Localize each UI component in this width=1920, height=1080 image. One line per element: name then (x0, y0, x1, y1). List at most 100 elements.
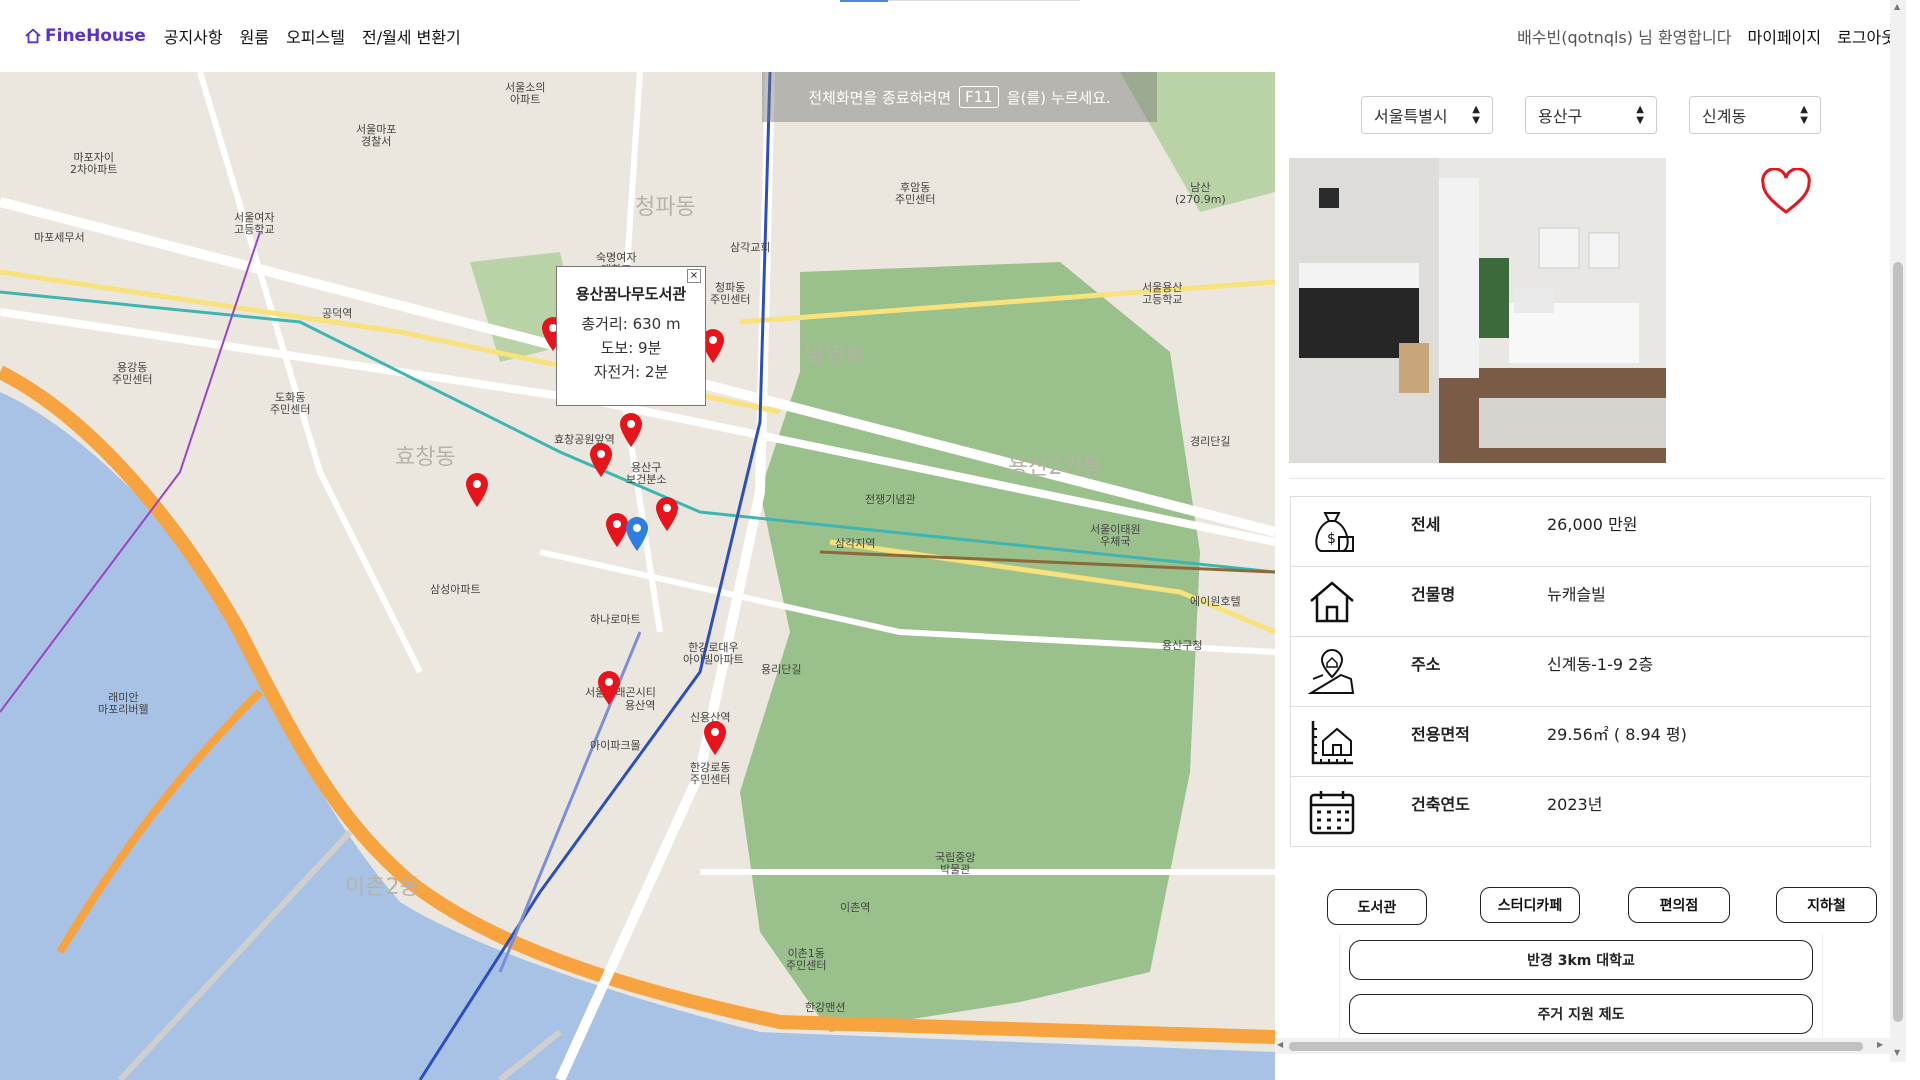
info-value: 29.56㎡ ( 8.94 평) (1547, 725, 1687, 744)
map-label: 에이원호텔 (1190, 595, 1241, 608)
vertical-scrollbar[interactable]: ▲ ▼ (1890, 0, 1906, 1062)
info-row-building-name: 건물명 뉴캐슬빌 (1291, 567, 1870, 637)
map-label: 아이파크몰 (590, 739, 641, 752)
scroll-down-arrow-icon[interactable]: ▼ (1894, 1048, 1900, 1057)
nav-links: 공지사항 원룸 오피스텔 전/월세 변환기 (164, 24, 461, 48)
mypage-link[interactable]: 마이페이지 (1748, 24, 1822, 48)
brand-name: FineHouse (45, 26, 146, 46)
svg-text:$: $ (1327, 531, 1336, 547)
map-label: 삼각지역 (835, 537, 876, 550)
map-label: 래미안 마포리버웰 (98, 691, 149, 716)
tab-indicator (840, 0, 888, 2)
info-row-address: 주소 신계동-1-9 2층 (1291, 637, 1870, 707)
nav-oneroom[interactable]: 원룸 (240, 24, 269, 48)
map-label: 도화동 주민센터 (270, 391, 311, 416)
map-label: 용강동 주민센터 (112, 361, 153, 386)
subway-filter-button[interactable]: 지하철 (1776, 887, 1877, 923)
university-3km-button[interactable]: 반경 3km 대학교 (1349, 940, 1813, 980)
house-info-table: $ 전세 26,000 만원 건물명 뉴캐슬빌 주소 신계동-1-9 2층 전용… (1290, 496, 1871, 847)
map-view[interactable]: 전체화면을 종료하려면 F11 을(를) 누르세요. 서울소의 아파트 서울마포 경… (0, 72, 1275, 1080)
library-filter-button[interactable]: 도서관 (1327, 889, 1427, 925)
selected-house-marker[interactable] (624, 516, 650, 552)
horizontal-scrollbar[interactable]: ◀ ▶ (1275, 1038, 1890, 1054)
house-detail-panel: 서울특별시 ▲ ▼ 용산구 ▲ ▼ 신계동 ▲ ▼ $ 전세 26,000 만원… (1275, 72, 1900, 1062)
info-row-deposit: $ 전세 26,000 만원 (1291, 497, 1870, 567)
vertical-scroll-thumb[interactable] (1893, 262, 1903, 1022)
district-select[interactable]: 용산구 ▲ ▼ (1525, 96, 1657, 134)
library-marker[interactable] (654, 496, 680, 532)
sort-caret-icon: ▲ ▼ (1800, 104, 1808, 126)
map-area-label: 용산2가동 (1008, 455, 1103, 480)
map-label: 한강맨션 (805, 1001, 846, 1014)
popup-walk-time: 도보: 9분 (600, 339, 662, 357)
building-area-icon (1311, 721, 1353, 765)
map-label: 용산역 (625, 699, 656, 712)
map-base-layer (0, 72, 1275, 1080)
tab-divider (888, 0, 1080, 1)
info-row-area: 전용면적 29.56㎡ ( 8.94 평) (1291, 707, 1870, 777)
top-navbar: FineHouse 공지사항 원룸 오피스텔 전/월세 변환기 배수빈(qotn… (0, 0, 1920, 72)
library-marker[interactable] (618, 412, 644, 448)
study-cafe-filter-button[interactable]: 스터디카페 (1480, 887, 1580, 923)
welcome-text: 배수빈(qotnqls) 님 환영합니다 (1517, 28, 1732, 47)
map-label: 용산구청 (1162, 639, 1203, 652)
map-label: 용리단길 (761, 663, 802, 676)
nav-notice[interactable]: 공지사항 (164, 24, 223, 48)
city-select[interactable]: 서울특별시 ▲ ▼ (1361, 96, 1493, 134)
library-marker[interactable] (596, 670, 622, 706)
scroll-left-arrow-icon[interactable]: ◀ (1277, 1040, 1283, 1049)
logout-link[interactable]: 로그아웃 (1837, 24, 1896, 48)
housing-support-button[interactable]: 주거 지원 제도 (1349, 994, 1813, 1034)
library-marker[interactable] (588, 442, 614, 478)
map-label: 한강로대우 아이빌아파트 (683, 641, 744, 666)
info-label: 전세 (1411, 515, 1441, 534)
sort-caret-icon: ▲ ▼ (1636, 104, 1644, 126)
fullscreen-toast: 전체화면을 종료하려면 F11 을(를) 누르세요. (762, 72, 1157, 122)
map-label: 후암동 주민센터 (895, 181, 936, 206)
map-label: 마포자이 2차아파트 (70, 151, 118, 176)
dong-select[interactable]: 신계동 ▲ ▼ (1689, 96, 1821, 134)
library-marker[interactable] (702, 720, 728, 756)
city-select-value: 서울특별시 (1374, 107, 1448, 126)
sort-caret-icon: ▲ ▼ (1472, 104, 1480, 126)
map-label: 이촌역 (840, 901, 871, 914)
map-label: 공덕역 (322, 307, 353, 320)
map-label: 서울여자 고등학교 (234, 211, 275, 236)
map-label: 서울용산 고등학교 (1142, 281, 1183, 306)
favorite-heart-icon[interactable] (1760, 168, 1812, 216)
map-label: 한강로동 주민센터 (690, 761, 731, 786)
map-label: 이촌1동 주민센터 (786, 947, 827, 972)
horizontal-scroll-thumb[interactable] (1289, 1042, 1863, 1051)
library-marker[interactable] (464, 472, 490, 508)
convenience-store-filter-button[interactable]: 편의점 (1628, 887, 1730, 923)
info-label: 건물명 (1411, 585, 1456, 604)
house-logo-icon (25, 28, 41, 44)
map-label: 삼성아파트 (430, 583, 481, 596)
popup-bike-time: 자전거: 2분 (593, 363, 669, 381)
map-label: 국립중앙 박물관 (935, 851, 976, 876)
brand-logo[interactable]: FineHouse (24, 26, 146, 46)
info-label: 전용면적 (1411, 725, 1470, 744)
map-area-label: 남영동 (805, 343, 866, 368)
district-select-value: 용산구 (1538, 107, 1583, 126)
panel-divider (1289, 478, 1885, 479)
map-label: 청파동 주민센터 (710, 281, 751, 306)
popup-distance: 총거리: 630 m (581, 315, 681, 333)
map-label: 서울소의 아파트 (505, 81, 546, 106)
map-label: 서울이태원 우체국 (1090, 523, 1141, 548)
location-map-icon (1307, 649, 1355, 694)
popup-close-button[interactable]: × (687, 269, 701, 283)
house-icon (1310, 581, 1354, 623)
map-area-label: 이촌2동 (345, 875, 420, 900)
nav-officetel[interactable]: 오피스텔 (286, 24, 345, 48)
region-filters: 서울특별시 ▲ ▼ 용산구 ▲ ▼ 신계동 ▲ ▼ (1361, 96, 1821, 134)
toast-prefix: 전체화면을 종료하려면 (808, 88, 951, 107)
nav-user-area: 배수빈(qotnqls) 님 환영합니다 마이페이지 로그아웃 (1517, 24, 1896, 48)
info-label: 주소 (1411, 655, 1441, 674)
scroll-right-arrow-icon[interactable]: ▶ (1877, 1040, 1883, 1049)
popup-title: 용산꿈나무도서관 (575, 285, 687, 303)
scroll-up-arrow-icon[interactable]: ▲ (1894, 2, 1900, 11)
map-label: 전쟁기념관 (865, 493, 916, 506)
toast-suffix: 을(를) 누르세요. (1006, 88, 1111, 107)
nav-rent-converter[interactable]: 전/월세 변환기 (362, 24, 461, 48)
